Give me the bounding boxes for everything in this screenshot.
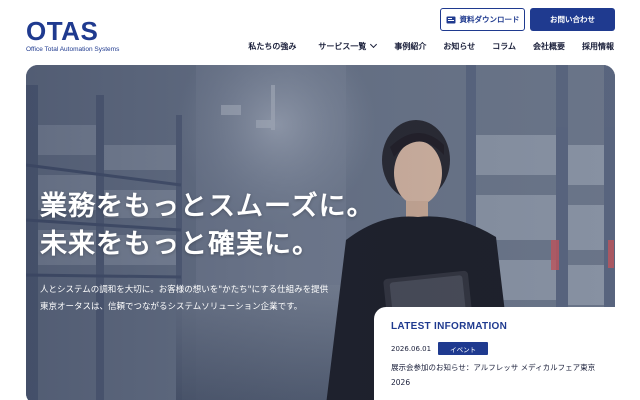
download-materials-label: 資料ダウンロード [459, 15, 520, 24]
nav-label: お知らせ [443, 41, 476, 51]
global-nav: 私たちの強み サービス一覧 事例紹介 お知らせ コラム 会社概要 採用情報 [248, 40, 614, 52]
news-category-badge: イベント [438, 342, 489, 355]
nav-label: 採用情報 [582, 41, 614, 51]
chevron-down-icon [370, 40, 378, 49]
document-icon [446, 16, 456, 24]
nav-item-news[interactable]: お知らせ [443, 41, 475, 52]
download-materials-button[interactable]: 資料ダウンロード [440, 8, 525, 31]
news-item-meta: 2026.06.01 イベント [391, 342, 599, 355]
nav-item-recruit[interactable]: 採用情報 [582, 41, 614, 52]
latest-info-card: LATEST INFORMATION 2026.06.01 イベント 展示会参加… [374, 307, 615, 400]
nav-label: コラム [492, 41, 516, 51]
hero-headline: 業務をもっとスムーズに。 未来をもっと確実に。 [40, 188, 375, 264]
hero-headline-line2: 未来をもっと確実に。 [40, 229, 320, 260]
hero-lead: 人とシステムの調和を大切に。お客様の想いを"かたち"にする仕組みを提供 東京オー… [40, 282, 380, 316]
hero-headline-line1: 業務をもっとスムーズに。 [40, 191, 375, 222]
nav-item-column[interactable]: コラム [492, 41, 516, 52]
contact-label: お問い合わせ [550, 15, 595, 24]
nav-item-services[interactable]: サービス一覧 [318, 40, 378, 52]
contact-button[interactable]: お問い合わせ [530, 8, 615, 31]
logo-tagline: Office Total Automation Systems [26, 46, 120, 53]
nav-item-case-studies[interactable]: 事例紹介 [394, 41, 426, 52]
news-date: 2026.06.01 [391, 344, 432, 353]
logo-text: OTAS [26, 16, 99, 46]
nav-label: 事例紹介 [394, 41, 427, 51]
hero-lead-line1: 人とシステムの調和を大切に。お客様の想いを"かたち"にする仕組みを提供 [40, 285, 329, 295]
nav-item-company[interactable]: 会社概要 [533, 41, 565, 52]
site-logo[interactable]: OTAS Office Total Automation Systems [26, 18, 126, 54]
hero-lead-line2: 東京オータスは、信頼でつながるシステムソリューション企業です。 [40, 302, 303, 312]
news-item-link[interactable]: 展示会参加のお知らせ：アルフレッサ メディカルフェア東京 2026 [391, 360, 599, 390]
nav-label: 会社概要 [533, 41, 565, 51]
nav-label: 私たちの強み [248, 41, 297, 51]
latest-info-title: LATEST INFORMATION [391, 321, 508, 332]
nav-item-strengths[interactable]: 私たちの強み [248, 41, 296, 52]
nav-label: サービス一覧 [318, 41, 367, 51]
